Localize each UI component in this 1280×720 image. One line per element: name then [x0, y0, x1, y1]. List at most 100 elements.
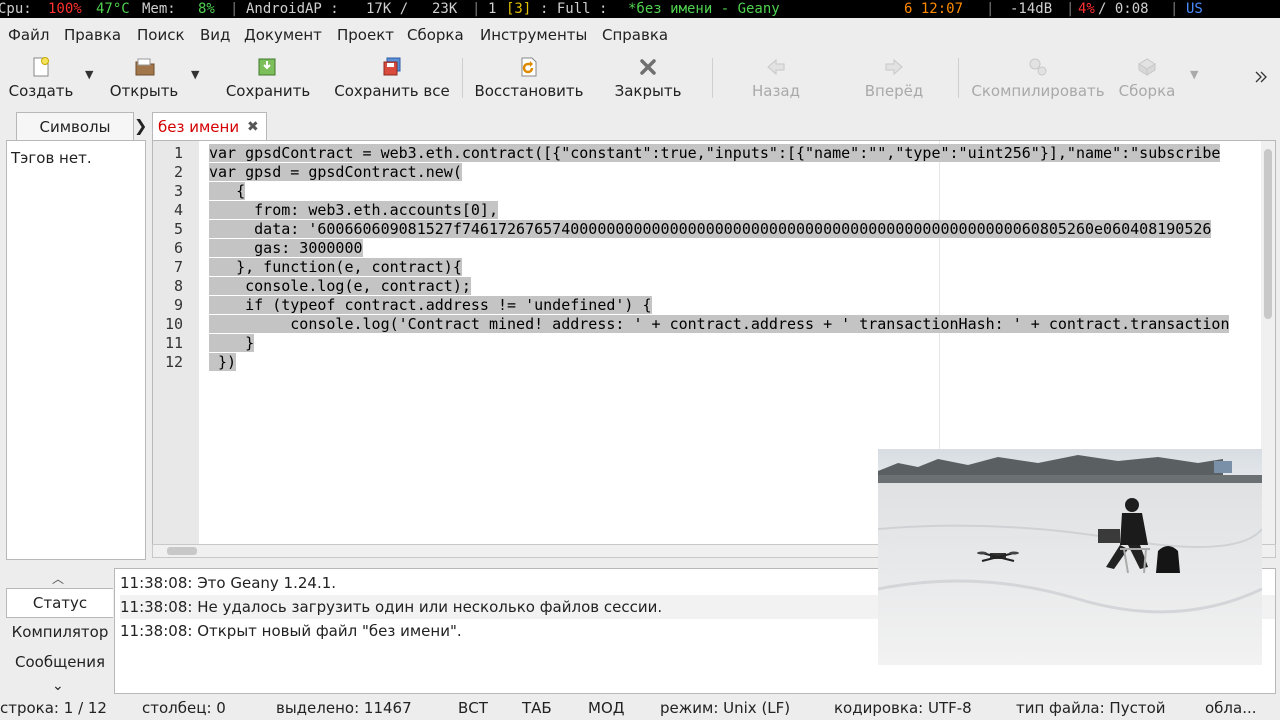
- cpu-temp: 47°C: [96, 1, 130, 17]
- status-bar: строка: 1 / 12 столбец: 0 выделено: 1146…: [0, 696, 1280, 720]
- line-number: 8: [173, 277, 183, 295]
- battery-time: / 0:08: [1098, 1, 1149, 17]
- forward-button-label: Вперёд: [864, 82, 924, 100]
- tab-compiler[interactable]: Компилятор: [6, 618, 114, 646]
- status-encoding: кодировка: UTF-8: [834, 699, 972, 717]
- code-line[interactable]: console.log(e, contract);: [209, 277, 471, 296]
- mem-label: Mem:: [142, 1, 176, 17]
- forward-arrow-icon: [885, 58, 903, 76]
- new-dropdown-arrow[interactable]: ▼: [85, 68, 93, 81]
- cpu-value: 100%: [48, 1, 82, 17]
- revert-button-label: Восстановить: [474, 82, 584, 100]
- status-tab-mode: ТАБ: [522, 699, 552, 717]
- toolbar-separator: [958, 58, 959, 98]
- code-line[interactable]: }, function(e, contract){: [209, 258, 462, 277]
- close-icon: [640, 59, 656, 75]
- code-line[interactable]: if (typeof contract.address != 'undefine…: [209, 296, 652, 315]
- menu-help[interactable]: Справка: [602, 22, 668, 48]
- new-button-label: Создать: [8, 82, 74, 100]
- net-down: 17K /: [366, 1, 409, 17]
- save-all-button[interactable]: Сохранить все: [330, 48, 454, 106]
- forward-button[interactable]: Вперёд: [856, 48, 932, 106]
- new-button[interactable]: Создать: [6, 48, 76, 106]
- menu-build[interactable]: Сборка: [407, 22, 464, 48]
- editor-vertical-scrollbar[interactable]: [1261, 141, 1275, 545]
- menu-edit[interactable]: Правка: [64, 22, 121, 48]
- open-button[interactable]: Открыть: [104, 48, 184, 106]
- new-file-icon: [33, 57, 49, 77]
- revert-button[interactable]: Восстановить: [472, 48, 586, 106]
- code-line[interactable]: data: '600660609081527f74617267657400000…: [209, 220, 1212, 239]
- code-line[interactable]: from: web3.eth.accounts[0],: [209, 201, 498, 220]
- menu-view[interactable]: Вид: [200, 22, 230, 48]
- scrollbar-thumb[interactable]: [1264, 149, 1272, 319]
- back-arrow-icon: [767, 58, 785, 76]
- build-dropdown-arrow[interactable]: ▼: [1190, 68, 1198, 81]
- wifi-name: AndroidAP :: [246, 1, 339, 17]
- tab-messages[interactable]: Сообщения: [6, 648, 114, 676]
- tab-status[interactable]: Статус: [6, 588, 113, 618]
- code-line[interactable]: {: [209, 182, 246, 201]
- mem-value: 8%: [198, 1, 215, 17]
- menu-tools[interactable]: Инструменты: [480, 22, 587, 48]
- compile-button[interactable]: Скомпилировать: [966, 48, 1110, 106]
- close-button-label: Закрыть: [614, 82, 682, 100]
- menu-search[interactable]: Поиск: [137, 22, 185, 48]
- save-button[interactable]: Сохранить: [220, 48, 316, 106]
- chevron-up-icon[interactable]: ︿: [52, 570, 64, 587]
- scrollbar-thumb[interactable]: [167, 547, 197, 555]
- chevron-down-icon[interactable]: ⌄: [52, 678, 64, 694]
- message-tabs: ︿ Статус Компилятор Сообщения ⌄: [6, 568, 114, 694]
- line-number: 9: [173, 296, 183, 314]
- compile-icon: [1029, 58, 1047, 76]
- overflow-icon[interactable]: [1254, 70, 1268, 84]
- back-button[interactable]: Назад: [740, 48, 812, 106]
- line-number-gutter: 1 2 3 4 5 6 7 8 9 10 11 12: [153, 141, 199, 545]
- code-line[interactable]: var gpsd = gpsdContract.new(: [209, 163, 462, 182]
- line-number: 4: [173, 201, 183, 219]
- tab-symbols[interactable]: Символы: [16, 112, 134, 141]
- workspace-active[interactable]: [3]: [506, 0, 531, 18]
- no-tags-text: Тэгов нет.: [11, 149, 92, 167]
- build-button-label: Сборка: [1118, 82, 1176, 100]
- window-title: *без имени - Geany: [628, 1, 780, 17]
- line-number: 5: [173, 220, 183, 238]
- code-line[interactable]: }: [209, 334, 255, 353]
- line-number: 6: [173, 239, 183, 257]
- line-number: 12: [164, 353, 183, 371]
- open-dropdown-arrow[interactable]: ▼: [191, 68, 199, 81]
- video-overlay-photo: [878, 449, 1262, 665]
- close-button[interactable]: Закрыть: [610, 48, 686, 106]
- save-all-button-label: Сохранить все: [334, 82, 450, 100]
- save-all-icon: [383, 57, 401, 76]
- status-selection: выделено: 11467: [276, 699, 412, 717]
- line-number: 11: [164, 334, 183, 352]
- status-eol-mode: режим: Unix (LF): [660, 699, 791, 717]
- code-line[interactable]: var gpsdContract = web3.eth.contract([{"…: [209, 144, 1221, 163]
- snow-field-scene: [878, 449, 1262, 665]
- menu-document[interactable]: Документ: [244, 22, 322, 48]
- menu-project[interactable]: Проект: [337, 22, 394, 48]
- code-line[interactable]: console.log('Contract mined! address: ' …: [209, 315, 1230, 334]
- line-number: 1: [173, 144, 183, 162]
- symbols-panel: Тэгов нет.: [6, 140, 146, 560]
- system-status-bar: Cpu: 100% 47°C Mem: 8% | AndroidAP : 17K…: [0, 0, 1280, 18]
- document-tab[interactable]: без имени ✖: [152, 112, 267, 141]
- document-tab-name: без имени: [158, 118, 240, 136]
- menu-file[interactable]: Файл: [8, 22, 49, 48]
- sidebar-tab-scroll-icon[interactable]: ❯: [134, 112, 147, 140]
- code-line[interactable]: gas: 3000000: [209, 239, 363, 258]
- status-filetype: тип файла: Пустой: [1016, 699, 1166, 717]
- clock: 6 12:07: [904, 1, 964, 17]
- status-column: столбец: 0: [142, 699, 226, 717]
- layout-indicator: : Full :: [540, 1, 608, 17]
- build-button[interactable]: Сборка: [1112, 48, 1182, 106]
- keyboard-layout[interactable]: US: [1186, 0, 1203, 18]
- code-line[interactable]: }): [209, 353, 237, 372]
- workspace-number[interactable]: 1: [488, 0, 496, 18]
- build-brick-icon: [1138, 58, 1156, 76]
- document-tab-close-icon[interactable]: ✖: [247, 113, 259, 141]
- open-button-label: Открыть: [109, 82, 179, 100]
- battery-percent: 4%: [1078, 1, 1095, 17]
- line-number: 3: [173, 182, 183, 200]
